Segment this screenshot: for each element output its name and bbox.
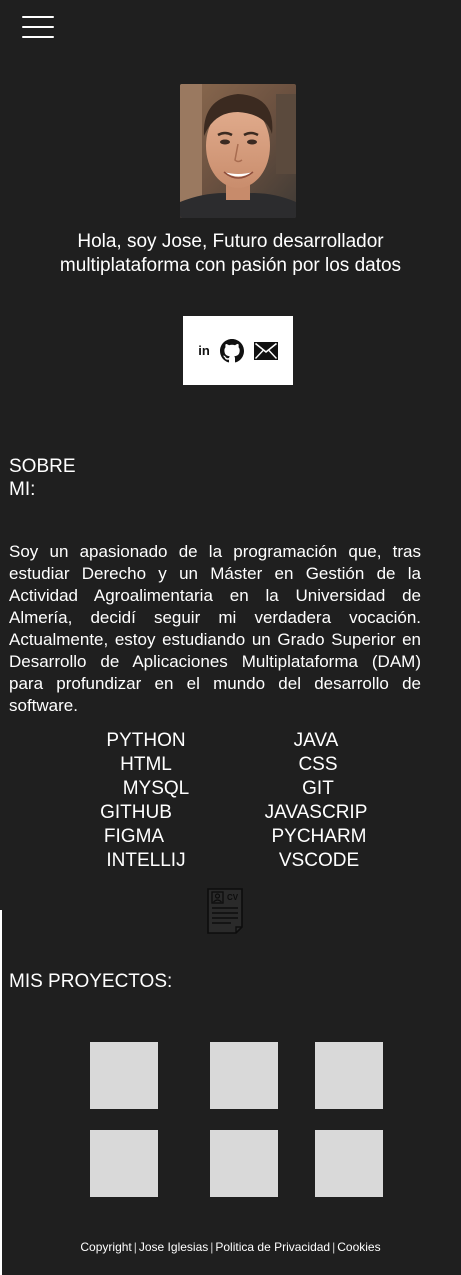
menu-bar: [22, 16, 54, 18]
about-text: Soy un apasionado de la programación que…: [9, 542, 421, 715]
footer-separator: |: [210, 1240, 214, 1254]
skills-column-right: JAVA CSS GIT JAVASCRIP PYCHARM VSCODE: [256, 729, 376, 873]
menu-bar: [22, 26, 54, 28]
project-thumbnail[interactable]: [90, 1042, 158, 1109]
project-thumbnail[interactable]: [210, 1042, 278, 1109]
project-thumbnail[interactable]: [315, 1042, 383, 1109]
footer-copyright: Copyright: [80, 1240, 132, 1254]
skill-item: PYCHARM: [271, 826, 367, 847]
footer-cookies-link[interactable]: Cookies: [337, 1240, 380, 1254]
skill-item: JAVA: [293, 730, 339, 751]
linkedin-icon[interactable]: in: [198, 343, 210, 358]
skill-item: GITHUB: [100, 802, 172, 823]
footer: Copyright | Jose Iglesias | Politica de Priv…: [0, 1239, 461, 1255]
skill-item: MYSQL: [122, 778, 190, 799]
skill-item: HTML: [120, 754, 172, 775]
skill-item: INTELLIJ: [106, 850, 186, 871]
project-thumbnail[interactable]: [315, 1130, 383, 1197]
projects-heading: MIS PROYECTOS:: [9, 971, 173, 992]
hamburger-menu-icon[interactable]: [22, 16, 54, 38]
skill-item: CSS: [298, 754, 338, 775]
skill-item: GIT: [302, 778, 334, 799]
svg-text:CV: CV: [227, 893, 239, 902]
footer-privacy-link[interactable]: Politica de Privacidad: [215, 1240, 330, 1254]
menu-bar: [22, 36, 54, 38]
project-thumbnail[interactable]: [210, 1130, 278, 1197]
footer-separator: |: [332, 1240, 336, 1254]
about-heading-line1: SOBRE: [9, 456, 76, 477]
about-heading: SOBRE MI:: [9, 455, 129, 501]
skills-column-left: PYTHON HTML MYSQL GITHUB FIGMA INTELLIJ: [86, 729, 206, 873]
skill-item: FIGMA: [103, 826, 165, 847]
about-heading-line2: MI:: [9, 479, 36, 500]
skills-list: PYTHON HTML MYSQL GITHUB FIGMA INTELLIJ …: [0, 729, 461, 879]
divider-line: [0, 910, 2, 1275]
project-thumbnail[interactable]: [90, 1130, 158, 1197]
footer-author-link[interactable]: Jose Iglesias: [139, 1240, 208, 1254]
social-links: in: [183, 316, 293, 385]
linkedin-label: in: [198, 343, 210, 358]
skill-item: JAVASCRIP: [264, 802, 368, 823]
mail-icon[interactable]: [253, 341, 278, 360]
cv-document-icon[interactable]: CV: [205, 887, 245, 935]
hero-intro: Hola, soy Jose, Futuro desarrollador mul…: [59, 231, 402, 276]
avatar: [180, 84, 296, 218]
skill-item: PYTHON: [106, 730, 186, 751]
skill-item: VSCODE: [278, 850, 360, 871]
github-icon[interactable]: [219, 338, 244, 363]
footer-separator: |: [133, 1240, 137, 1254]
